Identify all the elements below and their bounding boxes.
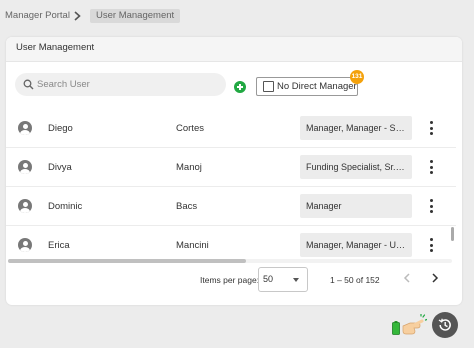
title-cell: Manager — [300, 194, 412, 218]
more-vert-icon[interactable] — [426, 160, 436, 174]
search-input[interactable] — [37, 73, 222, 96]
items-per-page-select[interactable]: 50 — [258, 267, 308, 292]
more-vert-icon[interactable] — [426, 238, 436, 252]
chevron-right-icon — [74, 11, 81, 21]
items-per-page-value: 50 — [263, 274, 274, 284]
no-direct-manager-checkbox[interactable] — [263, 81, 274, 92]
title-cell: Funding Specialist, Sr. U... — [300, 155, 412, 179]
card-header: User Management — [6, 37, 462, 62]
horizontal-scrollbar-thumb[interactable] — [8, 259, 246, 263]
history-button[interactable] — [432, 312, 458, 338]
pagination-range: 1 – 50 of 152 — [330, 275, 380, 285]
card-title: User Management — [16, 42, 95, 53]
chevron-right-icon[interactable] — [428, 271, 442, 285]
last-name-cell: Mancini — [176, 240, 209, 251]
first-name-cell: Erica — [48, 240, 70, 251]
title-cell: Manager, Manager - Un... — [300, 233, 412, 257]
user-avatar-icon — [18, 121, 32, 135]
title-cell: Manager, Manager - Ser... — [300, 116, 412, 140]
more-vert-icon[interactable] — [426, 121, 436, 135]
no-direct-manager-label: No Direct Manager — [277, 81, 357, 92]
no-direct-manager-filter[interactable]: No Direct Manager — [256, 77, 358, 96]
title-text: Manager, Manager - Ser... — [306, 123, 406, 133]
user-avatar-icon — [18, 238, 32, 252]
title-text: Funding Specialist, Sr. U... — [306, 162, 406, 172]
no-direct-manager-count-badge: 131 — [350, 70, 364, 84]
items-per-page-label: Items per page: — [200, 275, 260, 285]
user-management-card: User Management No Direct Manager 131 Di… — [6, 37, 462, 305]
last-name-cell: Cortes — [176, 123, 204, 134]
user-avatar-icon — [18, 160, 32, 174]
battery-icon — [392, 321, 400, 335]
title-text: Manager, Manager - Un... — [306, 240, 406, 250]
first-name-cell: Diego — [48, 123, 73, 134]
last-name-cell: Bacs — [176, 201, 198, 212]
caret-down-icon — [293, 278, 299, 282]
last-name-cell: Manoj — [176, 162, 202, 173]
hand-pointer-icon — [402, 314, 427, 335]
user-avatar-icon — [18, 199, 32, 213]
history-icon — [438, 318, 451, 331]
vertical-scrollbar[interactable] — [451, 227, 454, 241]
first-name-cell: Dominic — [48, 201, 83, 212]
table-row[interactable]: Dominic Bacs Manager — [6, 187, 456, 226]
search-box[interactable] — [15, 73, 226, 96]
more-vert-icon[interactable] — [426, 199, 436, 213]
search-icon — [23, 79, 34, 90]
table-row[interactable]: Divya Manoj Funding Specialist, Sr. U... — [6, 148, 456, 187]
breadcrumb-manager-portal[interactable]: Manager Portal — [5, 7, 70, 25]
title-text: Manager — [306, 201, 342, 211]
add-user-button[interactable] — [234, 81, 246, 93]
first-name-cell: Divya — [48, 162, 72, 173]
table-row[interactable]: Diego Cortes Manager, Manager - Ser... — [6, 109, 456, 148]
chevron-left-icon[interactable] — [400, 271, 414, 285]
breadcrumb-current: User Management — [90, 9, 181, 23]
